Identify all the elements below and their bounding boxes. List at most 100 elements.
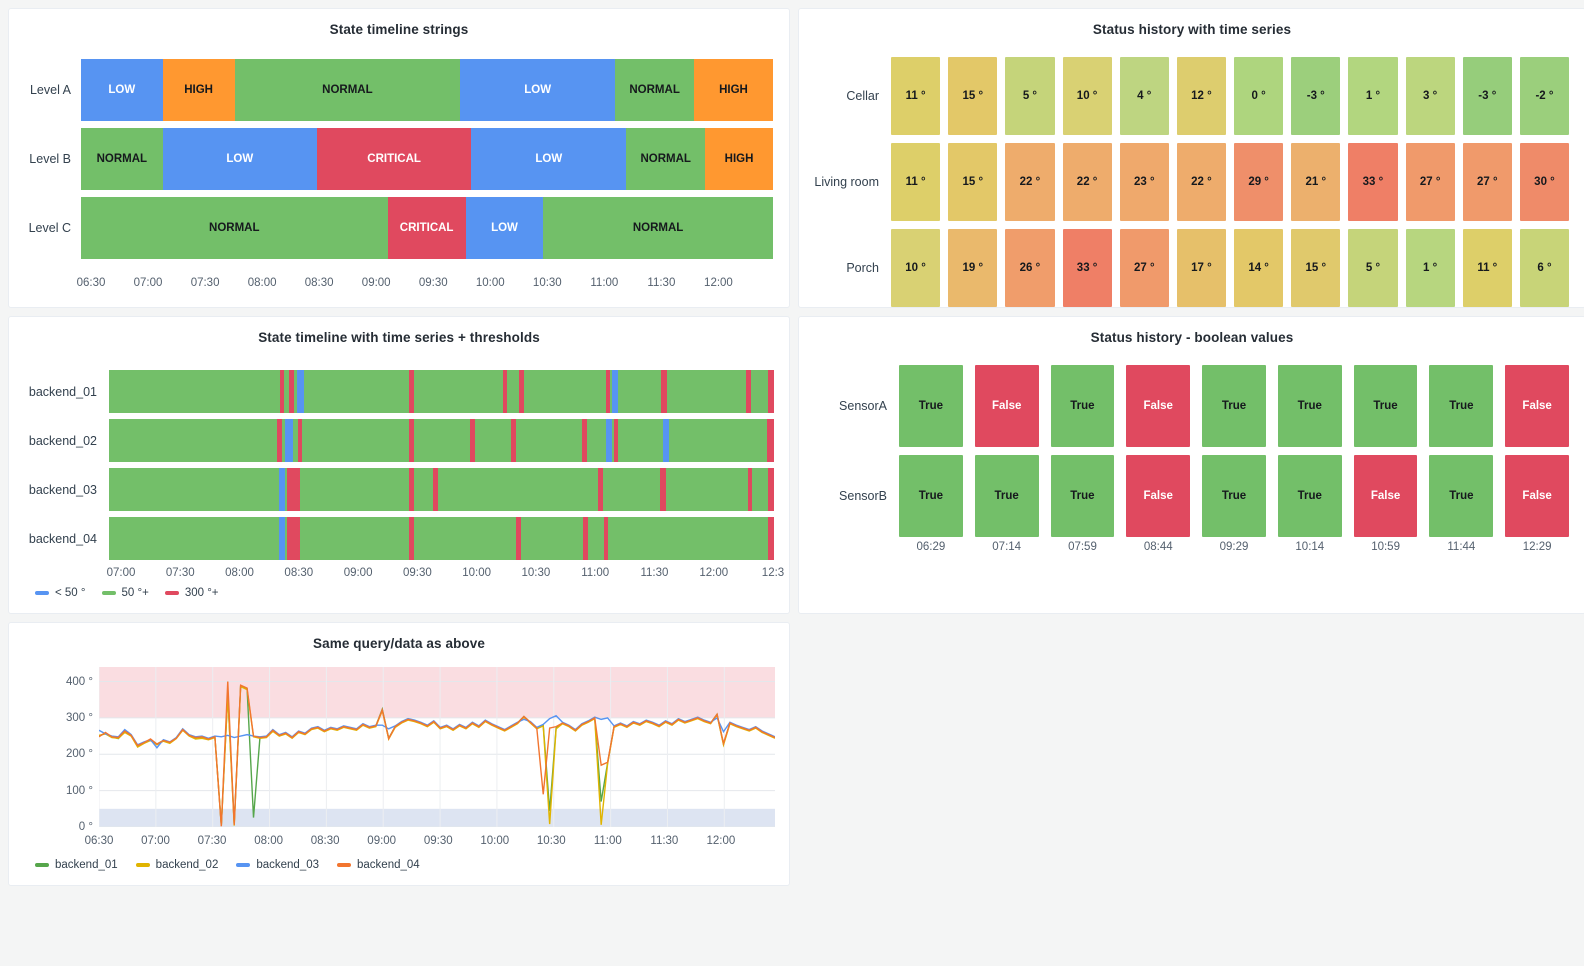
state-segment[interactable]: CRITICAL xyxy=(387,196,466,259)
state-segment[interactable]: HIGH xyxy=(705,127,773,190)
status-history-cell[interactable]: 15 ° xyxy=(948,143,998,221)
boolean-history-cell[interactable]: True xyxy=(1429,365,1494,447)
state-segment[interactable]: LOW xyxy=(162,127,317,190)
state-segment[interactable]: LOW xyxy=(81,58,163,121)
status-history-cell[interactable]: 33 ° xyxy=(1062,229,1112,307)
status-history-cell[interactable]: 27 ° xyxy=(1119,229,1169,307)
series-legend: backend_01 backend_02 backend_03 backend_04 xyxy=(35,859,420,871)
state-segment[interactable]: NORMAL xyxy=(81,127,163,190)
state-segment[interactable]: NORMAL xyxy=(234,58,461,121)
state-segment[interactable]: NORMAL xyxy=(615,58,695,121)
state-timeline-track[interactable]: NORMAL CRITICAL LOW NORMAL xyxy=(81,196,773,259)
status-history-cell[interactable]: 6 ° xyxy=(1519,229,1570,307)
status-history-cell[interactable]: 29 ° xyxy=(1234,143,1284,221)
legend-item[interactable]: < 50 ° xyxy=(35,587,86,599)
x-tick-label: 07:30 xyxy=(197,835,227,847)
state-segment[interactable]: LOW xyxy=(471,127,627,190)
status-history-cell[interactable]: 30 ° xyxy=(1519,143,1570,221)
x-tick-label: 07:00 xyxy=(133,277,163,289)
timeline-stripe xyxy=(660,468,667,511)
status-history-cell[interactable]: 19 ° xyxy=(948,229,998,307)
status-history-cell[interactable]: -3 ° xyxy=(1462,57,1512,135)
state-segment[interactable]: HIGH xyxy=(694,58,773,121)
state-segment[interactable]: LOW xyxy=(465,196,544,259)
boolean-history-cell[interactable]: False xyxy=(974,365,1039,447)
x-tick-label: 11:00 xyxy=(581,567,610,579)
timeline-track[interactable] xyxy=(109,370,775,413)
timeline-track[interactable] xyxy=(109,517,774,560)
status-history-cell[interactable]: 23 ° xyxy=(1119,143,1169,221)
status-history-cell[interactable]: 22 ° xyxy=(1005,143,1055,221)
timeline-track[interactable] xyxy=(109,419,774,462)
boolean-history-cell[interactable]: False xyxy=(1126,365,1191,447)
timeline-stripe xyxy=(511,419,517,462)
status-history-cell[interactable]: 0 ° xyxy=(1234,57,1284,135)
boolean-history-cell[interactable]: True xyxy=(899,365,963,447)
state-timeline-track[interactable]: NORMAL LOW CRITICAL LOW NORMAL HIGH xyxy=(81,127,773,190)
x-tick-label: 07:00 xyxy=(106,567,136,579)
status-history-cell[interactable]: 27 ° xyxy=(1405,143,1455,221)
state-segment[interactable]: LOW xyxy=(460,58,616,121)
status-history-cell[interactable]: 22 ° xyxy=(1062,143,1112,221)
status-history-cell[interactable]: 15 ° xyxy=(1291,229,1341,307)
state-timeline-track[interactable]: LOW HIGH NORMAL LOW NORMAL HIGH xyxy=(81,58,773,121)
state-segment[interactable]: NORMAL xyxy=(543,196,773,259)
boolean-history-cell[interactable]: True xyxy=(899,455,963,537)
x-tick-label: 08:30 xyxy=(304,277,334,289)
status-history-cell[interactable]: 27 ° xyxy=(1462,143,1512,221)
legend-item[interactable]: backend_04 xyxy=(337,859,420,871)
legend-item[interactable]: backend_03 xyxy=(236,859,319,871)
status-history-row: Living room 11 ° 15 ° 22 ° 22 ° 23 ° 22 ° 29 ° 2… xyxy=(799,139,1584,225)
boolean-history-cell[interactable]: True xyxy=(974,455,1039,537)
boolean-history-cell[interactable]: False xyxy=(1126,455,1191,537)
boolean-history-cell[interactable]: True xyxy=(1429,455,1494,537)
boolean-history-row: SensorA True False True False True True True Tru… xyxy=(799,361,1584,451)
status-history-cell[interactable]: -2 ° xyxy=(1519,57,1570,135)
legend-item[interactable]: backend_01 xyxy=(35,859,118,871)
boolean-history-cell[interactable]: False xyxy=(1353,455,1418,537)
status-history-cell[interactable]: 11 ° xyxy=(891,143,941,221)
status-history-cell[interactable]: 21 ° xyxy=(1291,143,1341,221)
timeline-stripe xyxy=(279,370,285,413)
status-history-cell[interactable]: 3 ° xyxy=(1405,57,1455,135)
boolean-history-cell[interactable]: True xyxy=(1050,365,1115,447)
legend-item[interactable]: 300 °+ xyxy=(164,587,219,599)
status-history-cell[interactable]: -3 ° xyxy=(1291,57,1341,135)
boolean-history-cell[interactable]: True xyxy=(1277,455,1342,537)
state-segment[interactable]: HIGH xyxy=(162,58,235,121)
panel-status-history: Status history with time series Cellar 11… xyxy=(798,8,1584,308)
state-segment[interactable]: NORMAL xyxy=(626,127,706,190)
status-history-cell[interactable]: 33 ° xyxy=(1348,143,1398,221)
boolean-history-row-label: SensorB xyxy=(839,489,887,503)
status-history-cell[interactable]: 1 ° xyxy=(1348,57,1398,135)
status-history-cell[interactable]: 5 ° xyxy=(1348,229,1398,307)
status-history-cell[interactable]: 15 ° xyxy=(948,57,998,135)
status-history-cell[interactable]: 10 ° xyxy=(1062,57,1112,135)
boolean-history-cell[interactable]: True xyxy=(1277,365,1342,447)
boolean-history-cell[interactable]: True xyxy=(1202,365,1266,447)
legend-item[interactable]: backend_02 xyxy=(135,859,218,871)
status-history-cell[interactable]: 4 ° xyxy=(1119,57,1169,135)
status-history-cell[interactable]: 10 ° xyxy=(891,229,941,307)
boolean-history-cell[interactable]: True xyxy=(1202,455,1266,537)
x-tick-label: 07:30 xyxy=(165,567,195,579)
status-history-cell[interactable]: 26 ° xyxy=(1005,229,1055,307)
legend-item[interactable]: 50 °+ xyxy=(101,587,149,599)
boolean-history-cell[interactable]: False xyxy=(1505,455,1570,537)
status-history-cell[interactable]: 11 ° xyxy=(891,57,941,135)
boolean-history-cell[interactable]: False xyxy=(1505,365,1570,447)
status-history-cell[interactable]: 5 ° xyxy=(1005,57,1055,135)
state-segment[interactable]: NORMAL xyxy=(81,196,388,259)
status-history-cell[interactable]: 22 ° xyxy=(1176,143,1227,221)
status-history-cell[interactable]: 14 ° xyxy=(1234,229,1284,307)
x-tick-label: 09:29 xyxy=(1219,541,1249,553)
timeline-track[interactable] xyxy=(109,468,774,511)
boolean-history-cell[interactable]: True xyxy=(1050,455,1115,537)
status-history-cell[interactable]: 11 ° xyxy=(1462,229,1512,307)
status-history-cell[interactable]: 1 ° xyxy=(1405,229,1455,307)
state-segment[interactable]: CRITICAL xyxy=(316,127,472,190)
status-history-cell[interactable]: 17 ° xyxy=(1176,229,1227,307)
status-history-cells: 10 ° 19 ° 26 ° 33 ° 27 ° 17 ° 14 ° 15 ° 5 ° 1 ° 11… xyxy=(891,229,1584,307)
boolean-history-cell[interactable]: True xyxy=(1353,365,1418,447)
status-history-cell[interactable]: 12 ° xyxy=(1176,57,1227,135)
